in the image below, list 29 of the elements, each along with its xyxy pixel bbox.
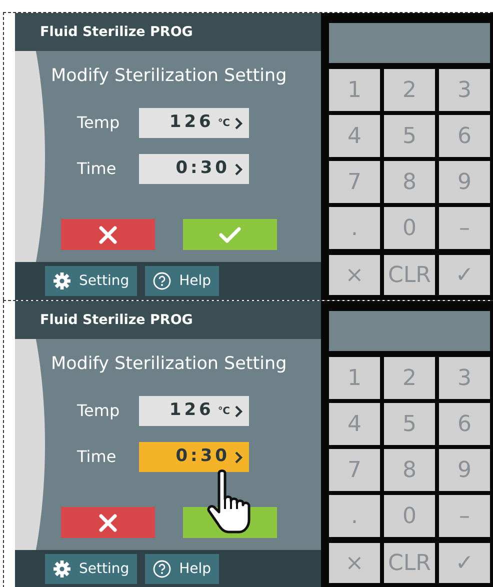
field-label: Temp [77,112,121,134]
settings-button[interactable]: Setting [45,266,138,296]
close-icon [99,226,117,244]
chevron-right-icon [234,450,243,464]
value-field[interactable]: 126 ℃ [139,396,249,426]
section-heading: Modify Sterilization Setting [50,353,288,376]
settings-button[interactable]: Setting [45,554,138,584]
value-field[interactable]: 126 ℃ [139,108,249,138]
chevron-right-icon [234,162,243,176]
screen-title: Fluid Sterilize PROG [40,310,193,330]
help-button[interactable]: Help [145,554,220,584]
field-label: Time [77,446,118,468]
chevron-right-icon [234,116,243,130]
cancel-button[interactable] [61,219,155,250]
help-button[interactable]: Help [145,266,220,296]
help-icon [153,272,172,290]
value-field[interactable]: 0:30 [139,442,249,472]
check-icon [219,226,241,244]
field-label: Time [77,158,118,180]
field-label: Temp [77,400,121,422]
screen-title: Fluid Sterilize PROG [40,22,193,42]
value-field[interactable]: 0:30 [139,154,249,184]
help-icon [153,560,172,578]
cancel-button[interactable] [61,507,155,538]
chevron-right-icon [234,404,243,418]
section-heading: Modify Sterilization Setting [50,65,288,88]
settings-icon [53,272,71,290]
close-icon [99,514,117,532]
settings-icon [53,560,71,578]
